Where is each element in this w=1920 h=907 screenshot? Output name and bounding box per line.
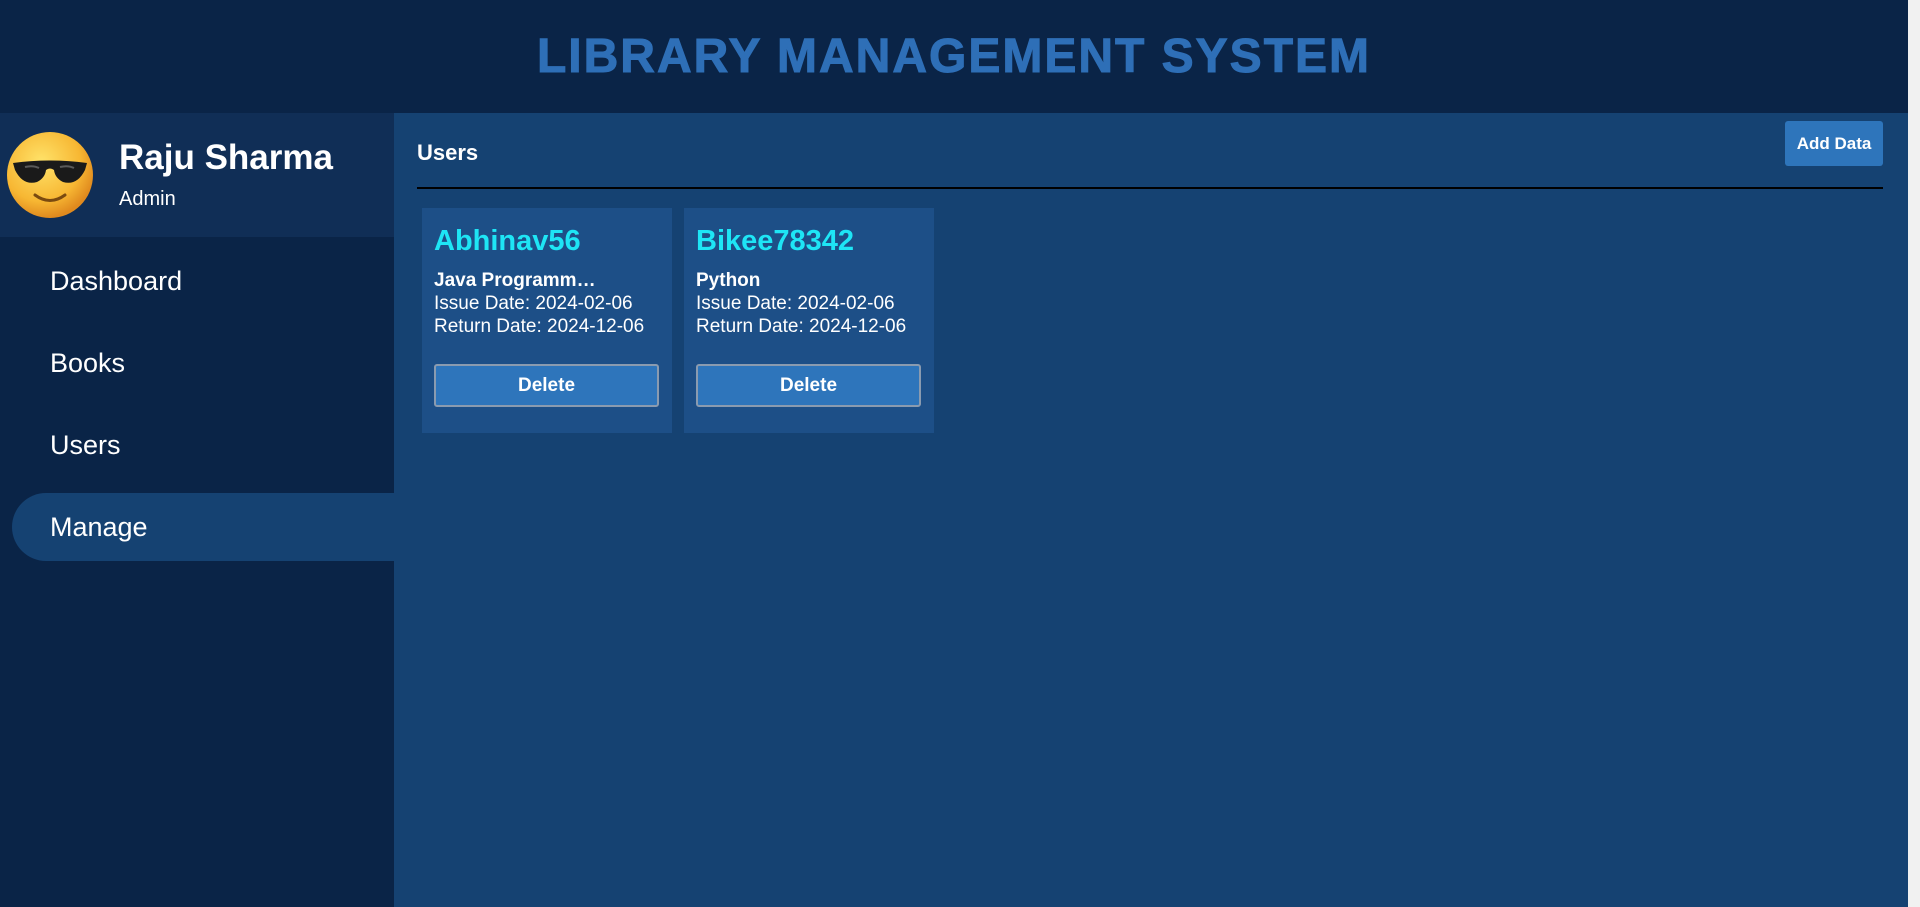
- sidebar-item-label: Manage: [50, 511, 148, 542]
- section-header: Users Add Data: [417, 113, 1883, 189]
- profile-panel: Raju Sharma Admin: [0, 113, 394, 237]
- card-issue-date: Issue Date: 2024-02-06: [434, 293, 633, 314]
- card-username: Bikee78342: [696, 225, 855, 257]
- user-cards: Abhinav56 Java Programm… Issue Date: 202…: [417, 189, 1883, 433]
- app-header: LIBRARY MANAGEMENT SYSTEM: [0, 0, 1908, 113]
- card-username: Abhinav56: [434, 225, 581, 257]
- section-title: Users: [417, 140, 479, 165]
- page-scrollbar[interactable]: [1908, 0, 1920, 907]
- sidebar-item-label: Books: [50, 347, 126, 378]
- profile-role: Admin: [119, 187, 176, 210]
- smiling-face-with-sunglasses-icon: [5, 130, 95, 220]
- sidebar-item-books[interactable]: Books: [12, 329, 394, 397]
- user-card: Abhinav56 Java Programm… Issue Date: 202…: [422, 208, 672, 433]
- user-card: Bikee78342 Python Issue Date: 2024-02-06…: [684, 208, 934, 433]
- delete-button[interactable]: Delete: [434, 364, 659, 407]
- sidebar-nav: Dashboard Books Users Manage: [0, 237, 394, 561]
- sidebar-item-users[interactable]: Users: [12, 411, 394, 479]
- profile-name: Raju Sharma: [119, 138, 333, 178]
- card-book-title: Java Programm…: [434, 270, 596, 291]
- card-issue-date: Issue Date: 2024-02-06: [696, 293, 895, 314]
- card-return-date: Return Date: 2024-12-06: [696, 316, 907, 337]
- page: LIBRARY MANAGEMENT SYSTEM Raju Sharma Ad…: [0, 0, 1920, 907]
- app-title: LIBRARY MANAGEMENT SYSTEM: [536, 30, 1372, 84]
- delete-button[interactable]: Delete: [696, 364, 921, 407]
- card-book-title: Python: [696, 270, 761, 291]
- sidebar-item-manage[interactable]: Manage: [12, 493, 394, 561]
- sidebar: Raju Sharma Admin Dashboard Books Users …: [0, 113, 394, 907]
- card-return-date: Return Date: 2024-12-06: [434, 316, 645, 337]
- main-content: Users Add Data Abhinav56 Java Programm… …: [394, 113, 1908, 907]
- sidebar-item-label: Dashboard: [50, 265, 183, 296]
- sidebar-item-label: Users: [50, 429, 121, 460]
- sidebar-item-dashboard[interactable]: Dashboard: [12, 247, 394, 315]
- add-data-button[interactable]: Add Data: [1785, 121, 1883, 166]
